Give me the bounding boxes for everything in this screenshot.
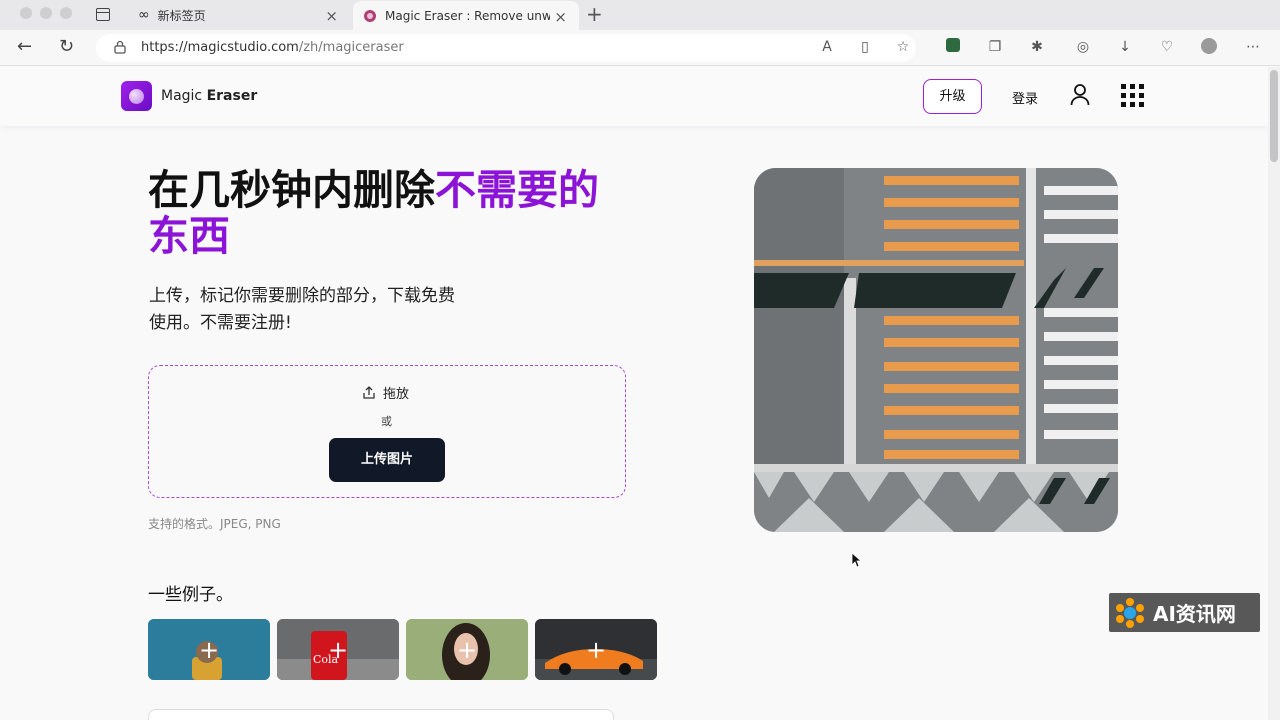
scrollbar-thumb[interactable]: [1270, 70, 1278, 162]
hero-subtitle: 上传，标记你需要删除的部分，下载免费使用。不需要注册!: [149, 286, 455, 333]
next-section-card: [148, 709, 614, 720]
brand-bold: Eraser: [206, 88, 258, 104]
add-plus-icon: +: [198, 635, 220, 664]
tab-title: 新标签页: [157, 8, 206, 23]
back-arrow-icon[interactable]: ←: [17, 36, 32, 57]
profile-avatar-icon[interactable]: [1200, 38, 1218, 56]
window-close-dot[interactable]: [20, 7, 32, 19]
tab-title: Magic Eraser : Remove unwant: [385, 9, 550, 23]
upgrade-button[interactable]: 升级: [923, 79, 982, 114]
watermark: AI资讯网: [1109, 593, 1260, 632]
hero-headline: 在几秒钟内删除不需要的东西: [148, 167, 618, 259]
hero-crosswalk-image: [754, 168, 1118, 532]
add-plus-icon: +: [585, 635, 607, 664]
upload-image-button[interactable]: 上传图片: [329, 438, 445, 482]
split-screen-icon[interactable]: ◎: [1074, 38, 1092, 56]
performance-heart-icon[interactable]: ♡: [1158, 38, 1176, 56]
share-upload-icon: [363, 385, 375, 399]
supported-formats: 支持的格式。JPEG, PNG: [148, 517, 281, 531]
more-menu-icon[interactable]: ⋯: [1244, 38, 1262, 56]
site-header: Magic Eraser 升级 登录: [0, 67, 1268, 126]
workspaces-icon[interactable]: [96, 8, 110, 21]
examples-title: 一些例子。: [148, 585, 233, 605]
brand-name[interactable]: Magic Eraser: [161, 88, 257, 104]
browser-tab-bar: ∞ 新标签页 × Magic Eraser : Remove unwant × …: [0, 0, 1280, 31]
window-minimize-dot[interactable]: [40, 7, 52, 19]
reader-view-icon[interactable]: ▯: [856, 38, 874, 56]
reload-icon[interactable]: ↻: [59, 36, 74, 57]
watermark-logo-icon: [1116, 597, 1144, 628]
collections-icon[interactable]: ❐: [986, 38, 1004, 56]
close-tab-icon[interactable]: ×: [325, 7, 338, 25]
or-label: 或: [381, 415, 392, 428]
example-cola-thumbnail[interactable]: Cola +: [277, 619, 399, 680]
user-icon[interactable]: [1070, 84, 1090, 106]
magic-eraser-logo-icon[interactable]: [121, 81, 152, 111]
tab-magic-eraser[interactable]: Magic Eraser : Remove unwant ×: [353, 1, 579, 31]
magic-eraser-favicon-icon: [364, 10, 376, 22]
url-host: https://magicstudio.com: [141, 40, 299, 55]
example-car-thumbnail[interactable]: +: [535, 619, 657, 680]
close-tab-icon[interactable]: ×: [554, 8, 567, 26]
window-zoom-dot[interactable]: [60, 7, 72, 19]
page-viewport: Magic Eraser 升级 登录 在几秒钟内删除不需要的东西 上传，标记你需…: [0, 67, 1268, 720]
mouse-cursor-icon: [851, 552, 861, 568]
lock-icon: [114, 40, 126, 54]
example-portrait-thumbnail[interactable]: +: [406, 619, 528, 680]
downloads-icon[interactable]: ↓: [1116, 38, 1134, 56]
tab-new-tab[interactable]: ∞ 新标签页 ×: [128, 0, 350, 30]
scrollbar-track[interactable]: [1268, 67, 1280, 720]
read-aloud-icon[interactable]: A: [818, 38, 836, 56]
drag-drop-label: 拖放: [361, 383, 409, 402]
headline-text: 在几秒钟内删除: [148, 166, 435, 214]
drag-text: 拖放: [383, 387, 410, 402]
apps-grid-icon[interactable]: [1121, 84, 1144, 107]
example-dog-thumbnail[interactable]: +: [148, 619, 270, 680]
extensions-puzzle-icon[interactable]: ✱: [1028, 38, 1046, 56]
watermark-text: AI资讯网: [1153, 602, 1236, 626]
login-link[interactable]: 登录: [1012, 88, 1038, 107]
add-plus-icon: +: [327, 635, 349, 664]
favorite-star-icon[interactable]: ☆: [894, 38, 912, 56]
url-path: /zh/magiceraser: [298, 40, 404, 55]
url-text[interactable]: https://magicstudio.com/zh/magiceraser: [141, 40, 404, 55]
brand-light: Magic: [161, 88, 207, 104]
new-tab-plus-icon[interactable]: +: [586, 2, 603, 26]
infinity-icon: ∞: [138, 7, 150, 23]
extension-download-icon[interactable]: [944, 38, 962, 56]
add-plus-icon: +: [456, 635, 478, 664]
